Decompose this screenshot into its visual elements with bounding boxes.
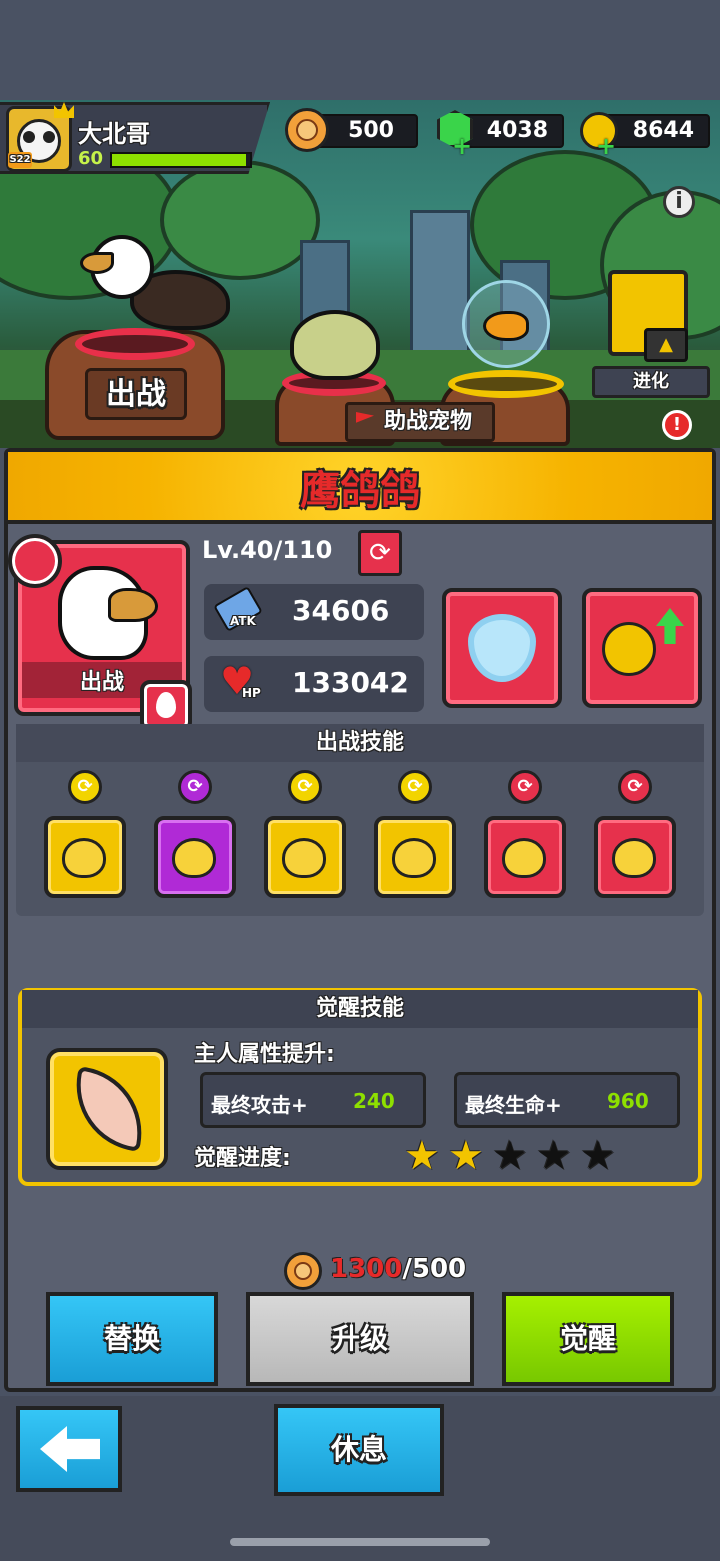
tornado-skill-button[interactable] [442,588,562,708]
battle-skill-slot-4[interactable] [374,816,456,898]
lion-coin-icon [285,108,329,152]
feather-icon [66,1066,152,1152]
frog-pet-sprite[interactable] [290,310,380,380]
player-level: 60 [78,148,104,169]
paw-fire-icon [172,838,216,878]
paw-cooldown-icon [392,838,436,878]
add-gold-icon[interactable]: + [596,134,616,158]
status-bar-area [0,0,720,100]
awaken-skill-slot[interactable] [46,1048,168,1170]
exp-bar [110,152,252,168]
pet-name: 鹰鸽鸽 [300,468,420,514]
cost-have: 1300 [330,1254,403,1284]
battle-skill-slot-6[interactable] [594,816,676,898]
hp-value: 133042 [292,666,409,699]
final-atk-box: 最终攻击+ 240 [200,1072,426,1128]
paw-percent-icon [282,838,326,878]
star-filled-icon: ★ [404,1133,440,1179]
paw-upgrade-skill-button[interactable] [582,588,702,708]
skill-badge-2: ⟳ [178,770,212,804]
awaken-title: 觉醒技能 [22,990,698,1028]
awaken-bonus-label: 主人属性提升: [194,1042,335,1067]
paw-up-icon [612,838,656,878]
final-atk-value: 240 [353,1089,395,1113]
skill-badge-6: ⟳ [618,770,652,804]
skill-badge-5: ⟳ [508,770,542,804]
deploy-label[interactable]: 出战 [85,368,187,420]
star-empty-icon: ★ [580,1133,616,1179]
cost-need: 500 [411,1254,467,1284]
fishbowl-pet-sprite[interactable] [462,280,550,368]
star-filled-icon: ★ [448,1133,484,1179]
replace-button[interactable]: 替换 [46,1292,218,1386]
cost-coin-icon [284,1252,322,1290]
exp-bar-fill [112,154,246,166]
skill-badge-4: ⟳ [398,770,432,804]
star-empty-icon: ★ [492,1133,528,1179]
arrow-up-icon: ▲ [644,328,688,362]
upgrade-cost: 1300/500 [330,1254,467,1284]
skill-badge-3: ⟳ [288,770,322,804]
star-empty-icon: ★ [536,1133,572,1179]
gem-counter[interactable]: 4038 [460,114,564,148]
evolve-label: 进化 [592,366,710,398]
player-name: 大北哥 [78,120,150,148]
tornado-icon [468,614,536,682]
paw-up-icon [602,622,656,676]
awaken-progress-label: 觉醒进度: [194,1146,291,1171]
eagle-pet-sprite[interactable] [80,230,230,340]
green-arrow-icon [656,608,684,644]
skill-badge-1: ⟳ [68,770,102,804]
final-hp-value: 960 [607,1089,649,1113]
add-gem-icon[interactable]: + [452,134,472,158]
back-arrow-icon [40,1426,100,1472]
battle-skill-slot-2[interactable] [154,816,236,898]
info-icon[interactable]: i [663,186,695,218]
alert-icon[interactable]: ! [662,410,692,440]
atk-value: 34606 [292,594,390,627]
rest-button[interactable]: 休息 [274,1404,444,1496]
atk-stat: ATK 34606 [204,584,424,640]
back-button[interactable] [16,1406,122,1492]
flag-icon [356,412,374,423]
season-badge: S22 [8,152,32,168]
refresh-icon[interactable]: ⟳ [358,530,402,576]
awaken-button[interactable]: 觉醒 [502,1292,674,1386]
gold-counter[interactable]: 8644 [604,114,710,148]
pet-level: Lv.40/110 [202,536,333,564]
assist-pets-sign[interactable]: 助战宠物 [345,402,495,442]
home-indicator [230,1538,490,1546]
upgrade-button[interactable]: 升级 [246,1292,474,1386]
battle-skill-slot-5[interactable] [484,816,566,898]
battle-skills-title: 出战技能 [16,724,704,762]
pet-class-icon [8,534,62,588]
final-hp-box: 最终生命+ 960 [454,1072,680,1128]
battle-skill-slot-1[interactable] [44,816,126,898]
hp-stat: ♥ HP 133042 [204,656,424,712]
battle-skill-slot-3[interactable] [264,816,346,898]
evolve-machine[interactable]: ▲ 进化 [592,270,710,398]
cactus-paw-icon [502,838,546,878]
paw-heal-icon [62,838,106,878]
